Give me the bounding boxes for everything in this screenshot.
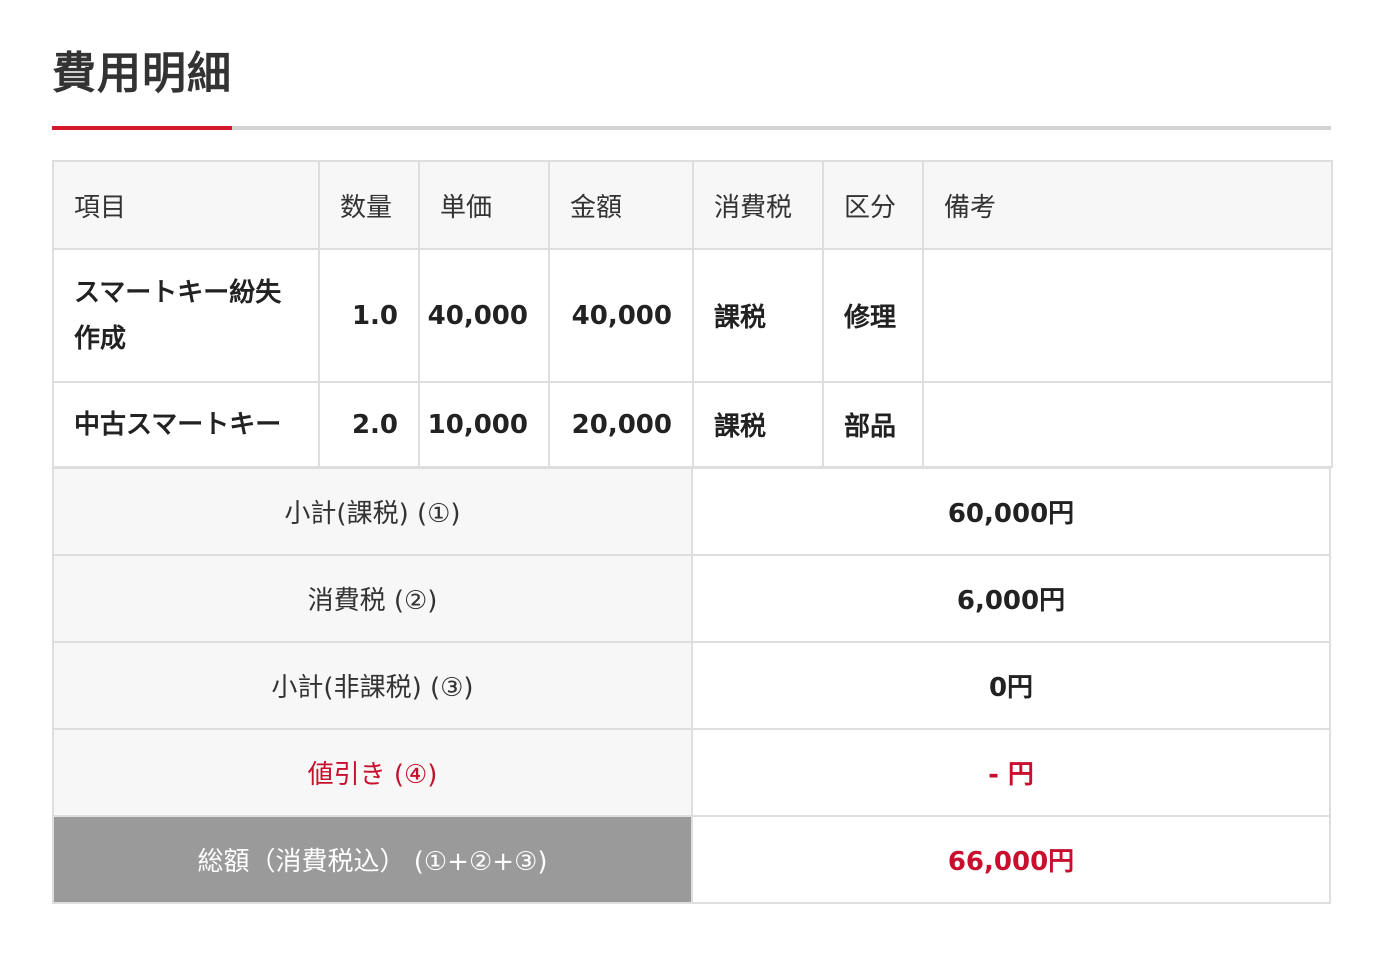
summary-row-discount: 値引き (④) - 円 <box>52 728 1331 817</box>
header-note: 備考 <box>922 160 1333 250</box>
total-value: 66,000円 <box>691 815 1331 904</box>
subtotal-nontaxable-label: 小計(非課税) (③) <box>52 641 693 730</box>
header-category: 区分 <box>822 160 924 250</box>
total-label: 総額（消費税込） (①+②+③) <box>52 815 693 904</box>
cell-category: 部品 <box>822 381 924 468</box>
title-divider <box>52 126 1331 130</box>
discount-value: - 円 <box>691 728 1331 817</box>
header-tax: 消費税 <box>692 160 824 250</box>
summary-row-total: 総額（消費税込） (①+②+③) 66,000円 <box>52 815 1331 904</box>
subtotal-nontaxable-value: 0円 <box>691 641 1331 730</box>
summary-row-subtotal-taxable: 小計(課税) (①) 60,000円 <box>52 467 1331 556</box>
cell-category: 修理 <box>822 248 924 383</box>
page-title: 費用明細 <box>52 48 232 99</box>
cell-unit-price: 10,000 <box>418 381 550 468</box>
cell-item: 中古スマートキー <box>52 381 320 468</box>
cell-tax: 課税 <box>692 381 824 468</box>
table-header-row: 項目 数量 単価 金額 消費税 区分 備考 <box>52 160 1333 250</box>
summary-row-subtotal-nontaxable: 小計(非課税) (③) 0円 <box>52 641 1331 730</box>
cell-quantity: 1.0 <box>318 248 420 383</box>
cell-amount: 40,000 <box>548 248 694 383</box>
consumption-tax-value: 6,000円 <box>691 554 1331 643</box>
header-amount: 金額 <box>548 160 694 250</box>
header-unit-price: 単価 <box>418 160 550 250</box>
summary-table: 小計(課税) (①) 60,000円 消費税 (②) 6,000円 小計(非課税… <box>52 467 1331 904</box>
cell-unit-price: 40,000 <box>418 248 550 383</box>
subtotal-taxable-value: 60,000円 <box>691 467 1331 556</box>
title-divider-accent <box>52 126 232 130</box>
cell-amount: 20,000 <box>548 381 694 468</box>
header-quantity: 数量 <box>318 160 420 250</box>
summary-row-consumption-tax: 消費税 (②) 6,000円 <box>52 554 1331 643</box>
table-row: 中古スマートキー 2.0 10,000 20,000 課税 部品 <box>52 381 1333 468</box>
header-item: 項目 <box>52 160 320 250</box>
cell-item: スマートキー紛失作成 <box>52 248 320 383</box>
cell-note <box>922 381 1333 468</box>
cell-tax: 課税 <box>692 248 824 383</box>
cost-items-table: 項目 数量 単価 金額 消費税 区分 備考 スマートキー紛失作成 1.0 40,… <box>52 160 1333 468</box>
discount-label: 値引き (④) <box>52 728 693 817</box>
consumption-tax-label: 消費税 (②) <box>52 554 693 643</box>
cell-quantity: 2.0 <box>318 381 420 468</box>
table-row: スマートキー紛失作成 1.0 40,000 40,000 課税 修理 <box>52 248 1333 383</box>
subtotal-taxable-label: 小計(課税) (①) <box>52 467 693 556</box>
cell-note <box>922 248 1333 383</box>
